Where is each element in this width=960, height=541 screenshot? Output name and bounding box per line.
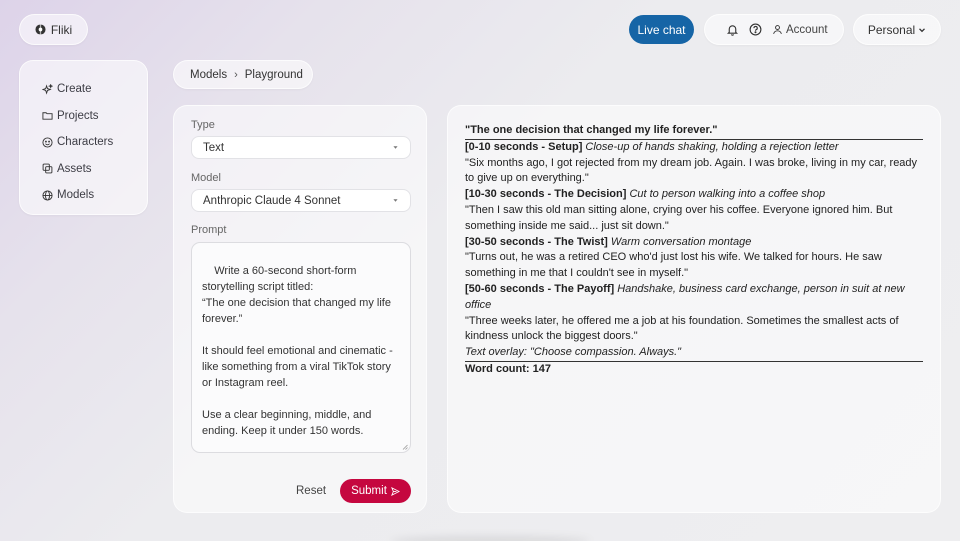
section-line: "Three weeks later, he offered me a job … xyxy=(465,314,899,343)
sidebar-item-assets[interactable]: Assets xyxy=(42,156,147,183)
bell-icon xyxy=(726,25,739,36)
account-button[interactable]: Account xyxy=(772,24,828,36)
sidebar: Create Projects Characters Assets Models xyxy=(19,60,148,215)
workspace-selector[interactable]: Personal xyxy=(853,14,941,45)
globe-icon xyxy=(42,190,53,201)
section-heading: [10-30 seconds - The Decision] xyxy=(465,188,627,201)
reset-button[interactable]: Reset xyxy=(296,485,326,497)
breadcrumb-playground: Playground xyxy=(244,68,303,81)
header-actions: Account xyxy=(704,14,844,45)
sidebar-item-label: Characters xyxy=(57,136,114,149)
help-button[interactable] xyxy=(749,23,762,36)
section-line: "Then I saw this old man sitting alone, … xyxy=(465,203,893,232)
fliki-logo[interactable]: Fliki xyxy=(19,14,88,45)
user-icon xyxy=(773,25,782,34)
chevron-down-icon xyxy=(919,27,926,32)
output-section-payoff: [50-60 seconds - The Payoff] Handshake, … xyxy=(465,282,923,345)
send-icon xyxy=(390,486,400,496)
sidebar-item-projects[interactable]: Projects xyxy=(42,103,147,130)
folder-icon xyxy=(42,112,53,120)
section-line: "Six months ago, I got rejected from my … xyxy=(465,156,918,185)
model-label: Model xyxy=(191,172,221,184)
breadcrumb-separator: › xyxy=(234,68,238,81)
sidebar-item-label: Projects xyxy=(57,109,99,122)
prompt-text: Write a 60-second short-form storytellin… xyxy=(202,265,393,437)
text-overlay-line: Text overlay: "Choose compassion. Always… xyxy=(465,345,923,362)
playground-form: Type Text Model Anthropic Claude 4 Sonne… xyxy=(173,105,427,513)
sidebar-item-models[interactable]: Models xyxy=(42,182,147,209)
section-heading: [30-50 seconds - The Twist] xyxy=(465,235,608,248)
section-direction: Warm conversation montage xyxy=(610,235,752,248)
breadcrumb-models[interactable]: Models xyxy=(190,69,227,81)
type-label: Type xyxy=(191,119,215,131)
help-icon xyxy=(749,23,762,36)
assets-icon xyxy=(42,163,53,174)
type-select[interactable]: Text xyxy=(191,136,411,159)
workspace-label: Personal xyxy=(867,22,916,37)
model-select-value: Anthropic Claude 4 Sonnet xyxy=(203,194,341,207)
output-panel: "The one decision that changed my life f… xyxy=(447,105,941,513)
sidebar-item-label: Create xyxy=(57,83,92,96)
breadcrumb: Models › Playground xyxy=(173,60,313,89)
sidebar-item-label: Models xyxy=(57,189,95,202)
section-heading: [0-10 seconds - Setup] xyxy=(465,140,583,153)
sidebar-item-characters[interactable]: Characters xyxy=(42,129,147,156)
prompt-label: Prompt xyxy=(191,224,227,236)
section-heading: [50-60 seconds - The Payoff] xyxy=(465,282,615,295)
section-direction: Cut to person walking into a coffee shop xyxy=(629,188,826,201)
submit-label: Submit xyxy=(351,485,387,497)
resize-handle-icon[interactable] xyxy=(402,444,408,450)
logo-text: Fliki xyxy=(50,22,73,37)
section-line: "Turns out, he was a retired CEO who'd j… xyxy=(465,251,882,280)
live-chat-button[interactable]: Live chat xyxy=(629,15,694,44)
notifications-button[interactable] xyxy=(726,23,739,36)
fliki-logo-icon xyxy=(35,24,46,35)
bottom-shadow xyxy=(390,536,590,541)
section-direction: Close-up of hands shaking, holding a rej… xyxy=(585,140,839,153)
caret-down-icon xyxy=(393,199,398,202)
sparkle-icon xyxy=(42,83,53,95)
type-select-value: Text xyxy=(203,141,225,154)
output-title: "The one decision that changed my life f… xyxy=(465,123,923,140)
caret-down-icon xyxy=(393,146,398,149)
model-select[interactable]: Anthropic Claude 4 Sonnet xyxy=(191,189,411,212)
submit-button[interactable]: Submit xyxy=(340,479,411,503)
output-section-decision: [10-30 seconds - The Decision] Cut to pe… xyxy=(465,187,923,234)
sidebar-item-label: Assets xyxy=(57,162,92,175)
smiley-icon xyxy=(42,137,53,148)
account-label: Account xyxy=(786,23,828,36)
word-count: Word count: 147 xyxy=(465,362,551,375)
prompt-textarea[interactable]: Write a 60-second short-form storytellin… xyxy=(191,242,411,453)
output-section-twist: [30-50 seconds - The Twist] Warm convers… xyxy=(465,235,923,282)
sidebar-item-create[interactable]: Create xyxy=(42,76,147,103)
output-section-setup: [0-10 seconds - Setup] Close-up of hands… xyxy=(465,140,923,187)
